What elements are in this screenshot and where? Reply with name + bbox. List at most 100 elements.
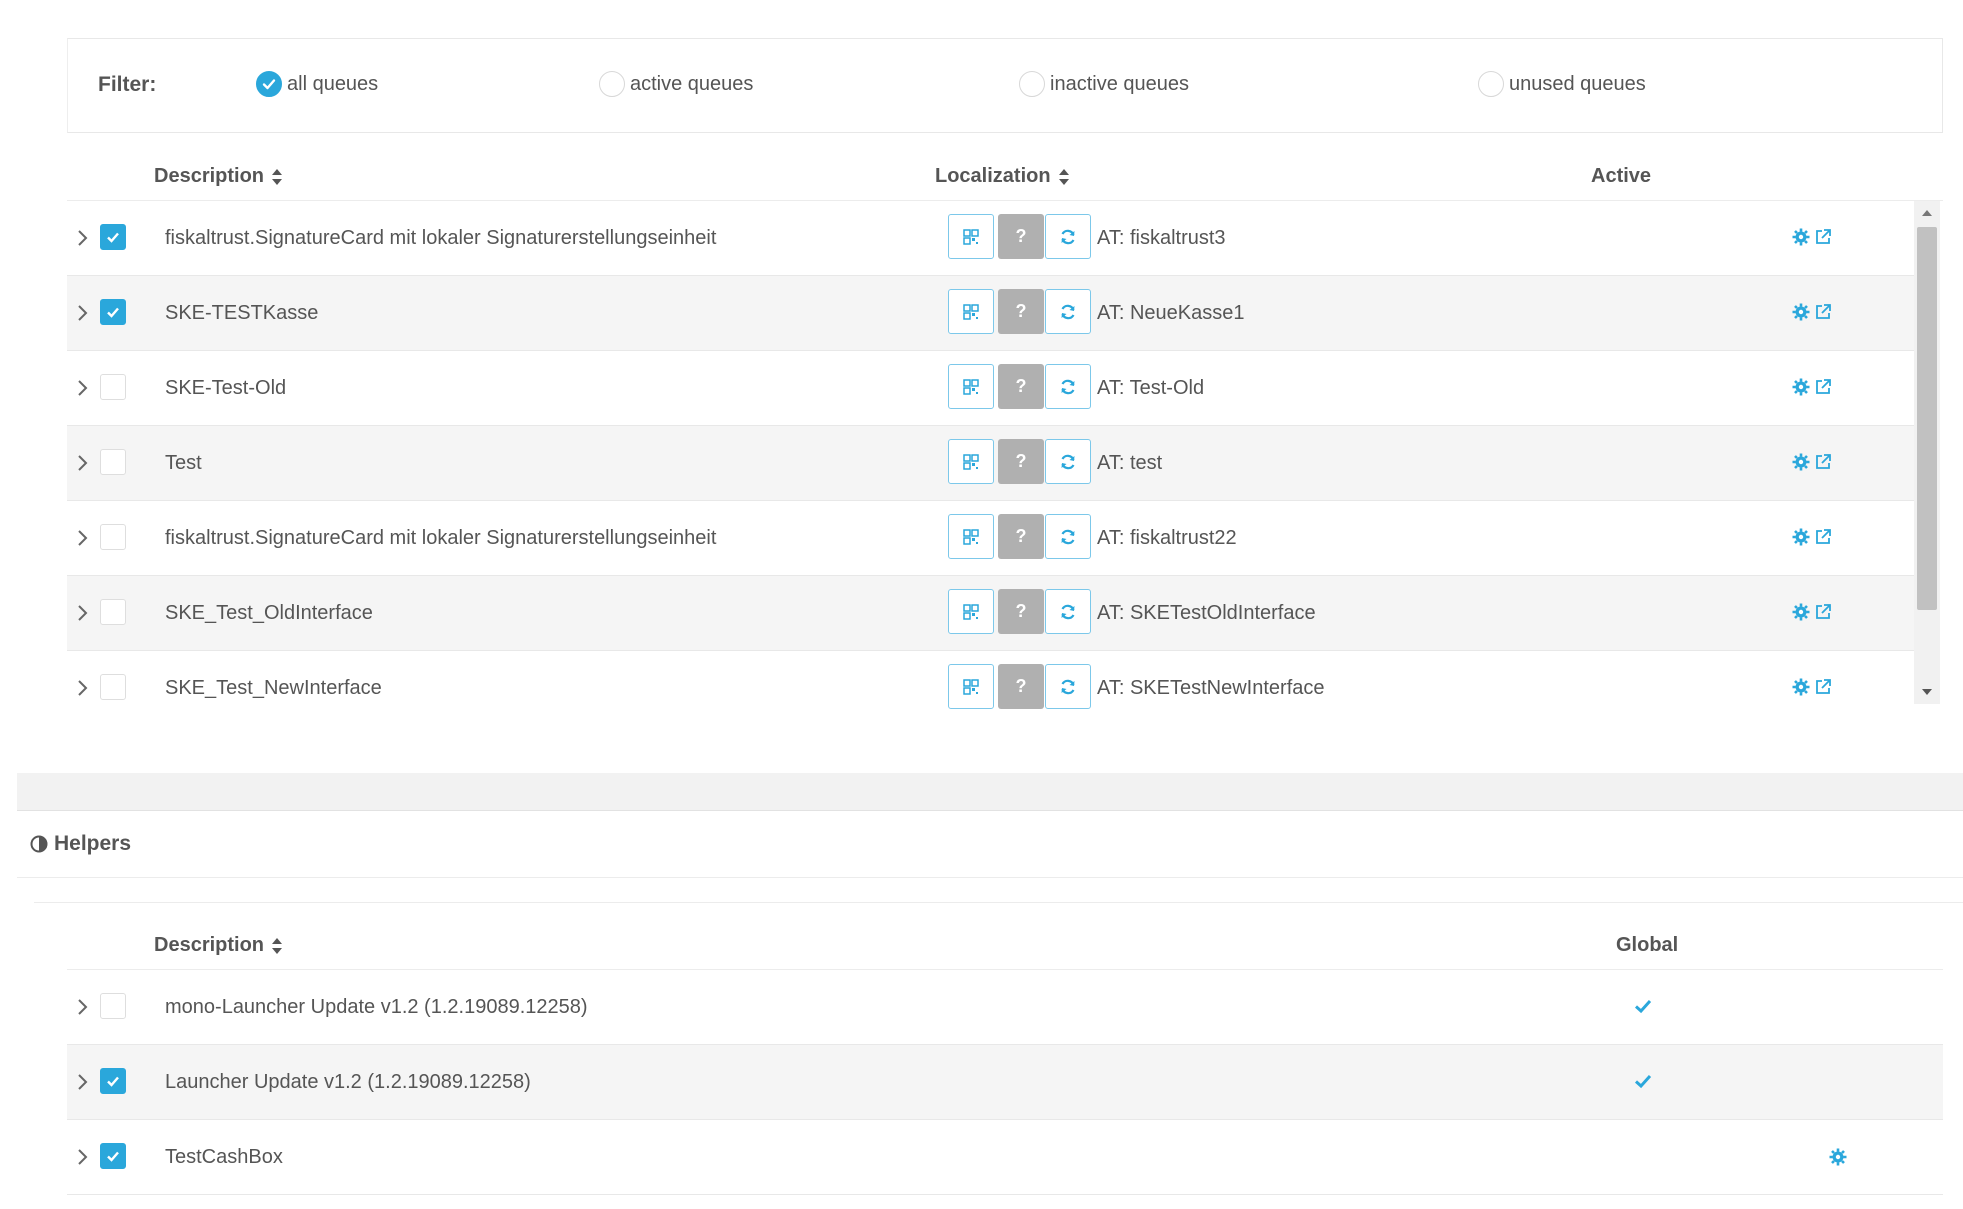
filter-option-label: all queues — [287, 72, 379, 95]
chevron-right-icon[interactable] — [70, 376, 94, 400]
external-link-icon[interactable] — [1814, 603, 1832, 621]
external-link-icon[interactable] — [1814, 228, 1832, 246]
refresh-button[interactable] — [1045, 214, 1091, 259]
gear-icon[interactable] — [1792, 678, 1810, 696]
qr-code-button[interactable] — [948, 514, 994, 559]
row-actions — [1792, 453, 1832, 471]
queue-description: fiskaltrust.SignatureCard mit lokaler Si… — [165, 227, 717, 249]
refresh-icon — [1061, 679, 1075, 694]
queue-description: SKE_Test_OldInterface — [165, 602, 373, 624]
sort-icon[interactable] — [272, 937, 283, 954]
qr-code-button[interactable] — [948, 589, 994, 634]
queue-description: SKE-Test-Old — [165, 377, 287, 399]
help-button[interactable]: ? — [998, 439, 1044, 484]
column-header-description[interactable]: Description — [154, 934, 283, 957]
help-button[interactable]: ? — [998, 664, 1044, 709]
scrollbar[interactable] — [1914, 201, 1940, 704]
checkbox[interactable] — [100, 599, 126, 625]
checkbox[interactable] — [100, 1143, 126, 1169]
radio-icon[interactable] — [1019, 71, 1045, 97]
checkbox[interactable] — [100, 993, 126, 1019]
filter-inactive-queues[interactable]: inactive queues — [1019, 71, 1189, 97]
refresh-icon — [1061, 304, 1075, 319]
column-header-localization[interactable]: Localization — [935, 165, 1069, 188]
refresh-icon — [1061, 604, 1075, 619]
gear-icon[interactable] — [1792, 453, 1810, 471]
filter-bar: Filter: all queues active queues inactiv… — [67, 38, 1943, 133]
radio-icon[interactable] — [599, 71, 625, 97]
gear-icon[interactable] — [1792, 378, 1810, 396]
help-button[interactable]: ? — [998, 289, 1044, 334]
chevron-right-icon[interactable] — [70, 1070, 94, 1094]
gear-icon[interactable] — [1792, 603, 1810, 621]
chevron-right-icon[interactable] — [70, 1145, 94, 1169]
radio-icon[interactable] — [1478, 71, 1504, 97]
qr-code-icon — [963, 378, 979, 395]
help-button[interactable]: ? — [998, 514, 1044, 559]
chevron-right-icon[interactable] — [70, 226, 94, 250]
column-header-label: Description — [154, 165, 265, 187]
gear-icon[interactable] — [1829, 1148, 1847, 1166]
qr-code-button[interactable] — [948, 289, 994, 334]
checkbox[interactable] — [100, 674, 126, 700]
checkbox[interactable] — [100, 449, 126, 475]
helpers-section-title: Helpers — [30, 832, 131, 856]
queue-row: fiskaltrust.SignatureCard mit lokaler Si… — [67, 501, 1914, 576]
help-button[interactable]: ? — [998, 364, 1044, 409]
external-link-icon[interactable] — [1814, 453, 1832, 471]
scroll-up-arrow-icon[interactable] — [1922, 210, 1932, 216]
external-link-icon[interactable] — [1814, 378, 1832, 396]
gear-icon[interactable] — [1792, 528, 1810, 546]
refresh-button[interactable] — [1045, 439, 1091, 484]
chevron-right-icon[interactable] — [70, 301, 94, 325]
helper-list: mono-Launcher Update v1.2 (1.2.19089.122… — [67, 970, 1943, 1195]
qr-code-button[interactable] — [948, 364, 994, 409]
section-separator — [17, 773, 1963, 811]
scrollbar-thumb[interactable] — [1917, 227, 1937, 610]
refresh-button[interactable] — [1045, 589, 1091, 634]
checkbox[interactable] — [100, 374, 126, 400]
checkbox[interactable] — [100, 299, 126, 325]
help-button[interactable]: ? — [998, 589, 1044, 634]
queue-row: SKE-TESTKasse ? AT: NeueKasse1 — [67, 276, 1914, 351]
queue-localization: AT: NeueKasse1 — [1097, 302, 1245, 324]
help-button[interactable]: ? — [998, 214, 1044, 259]
chevron-right-icon[interactable] — [70, 526, 94, 550]
filter-all-queues[interactable]: all queues — [256, 71, 378, 97]
qr-code-icon — [963, 678, 979, 695]
refresh-button[interactable] — [1045, 664, 1091, 709]
qr-code-button[interactable] — [948, 439, 994, 484]
chevron-right-icon[interactable] — [70, 676, 94, 700]
refresh-button[interactable] — [1045, 289, 1091, 334]
filter-unused-queues[interactable]: unused queues — [1478, 71, 1646, 97]
checkbox[interactable] — [100, 524, 126, 550]
filter-active-queues[interactable]: active queues — [599, 71, 753, 97]
gear-icon[interactable] — [1792, 303, 1810, 321]
chevron-right-icon[interactable] — [70, 451, 94, 475]
checkbox[interactable] — [100, 224, 126, 250]
half-circle-icon — [30, 835, 48, 853]
chevron-right-icon[interactable] — [70, 995, 94, 1019]
row-actions — [1792, 228, 1832, 246]
refresh-button[interactable] — [1045, 364, 1091, 409]
sort-icon[interactable] — [1058, 168, 1069, 185]
radio-selected-icon[interactable] — [256, 71, 282, 97]
external-link-icon[interactable] — [1814, 528, 1832, 546]
queue-row: SKE_Test_OldInterface ? AT: SKETestOldIn… — [67, 576, 1914, 651]
qr-code-button[interactable] — [948, 214, 994, 259]
external-link-icon[interactable] — [1814, 678, 1832, 696]
external-link-icon[interactable] — [1814, 303, 1832, 321]
gear-icon[interactable] — [1792, 228, 1810, 246]
refresh-button[interactable] — [1045, 514, 1091, 559]
column-header-description[interactable]: Description — [154, 165, 283, 188]
chevron-right-icon[interactable] — [70, 601, 94, 625]
qr-code-button[interactable] — [948, 664, 994, 709]
scroll-down-arrow-icon[interactable] — [1922, 689, 1932, 695]
sort-icon[interactable] — [272, 168, 283, 185]
helper-description: Launcher Update v1.2 (1.2.19089.12258) — [165, 1071, 531, 1093]
column-header-label: Description — [154, 934, 265, 956]
checkbox[interactable] — [100, 1068, 126, 1094]
refresh-icon — [1061, 379, 1075, 394]
queue-localization: AT: fiskaltrust22 — [1097, 527, 1237, 549]
filter-option-label: active queues — [630, 72, 754, 95]
